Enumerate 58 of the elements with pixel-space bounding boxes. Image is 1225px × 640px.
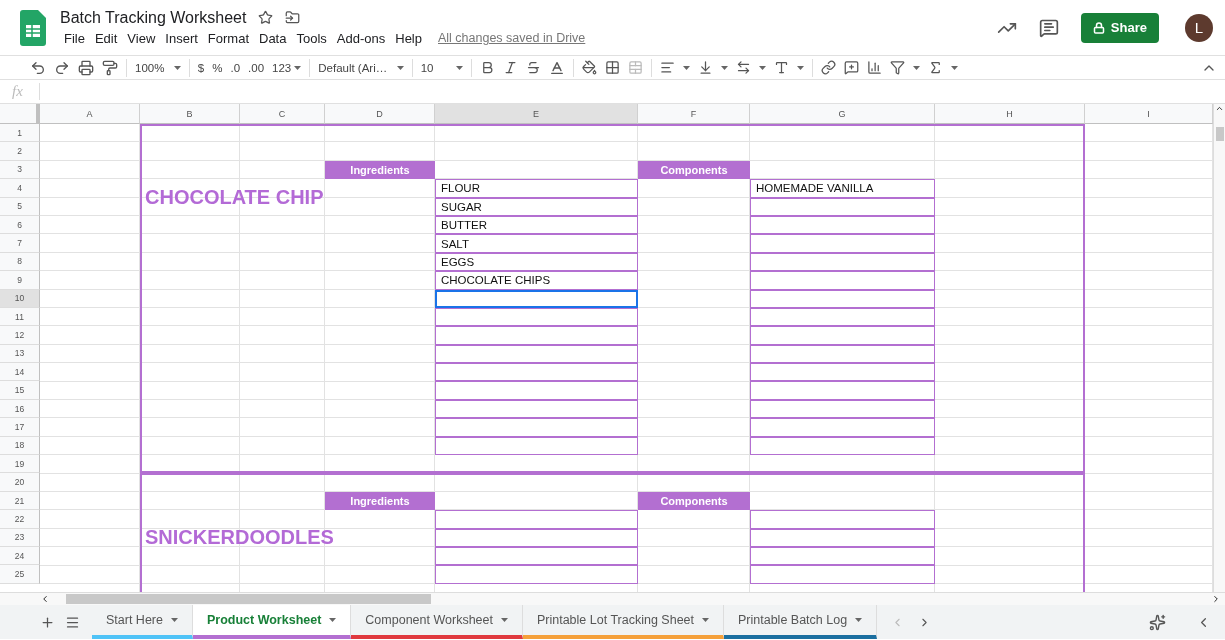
row-header[interactable]: 1 [0,124,40,143]
decrease-decimal-button[interactable]: .0 [230,61,241,74]
ingredients-header: Ingredients [325,491,435,511]
component-cell[interactable]: HOMEMADE VANILLA [750,179,935,198]
row-header[interactable]: 2 [0,142,40,161]
product-title: CHOCOLATE CHIP [144,185,325,211]
row-header[interactable]: 25 [0,565,40,584]
ingredient-cell[interactable]: CHOCOLATE CHIPS [435,271,638,290]
product-title: SNICKERDOODLES [144,525,335,551]
row-header[interactable]: 20 [0,473,40,492]
avatar[interactable]: L [1185,13,1213,42]
ingredient-cell[interactable]: SALT [435,234,638,253]
formula-label: fx [0,83,40,100]
components-header: Components [638,160,750,180]
sheet-tab[interactable]: Printable Lot Tracking Sheet [522,605,724,639]
menu-item[interactable]: Tools [292,29,331,47]
column-header[interactable]: G [750,104,935,124]
row-header[interactable]: 17 [0,418,40,437]
sheet-tab[interactable]: Component Worksheet [351,605,523,639]
column-header[interactable]: D [325,104,435,124]
currency-button[interactable]: $ [197,61,205,74]
menu-item[interactable]: Data [255,29,291,47]
menu-item[interactable]: Format [203,29,253,47]
share-button[interactable]: Share [1080,12,1159,43]
column-header[interactable]: E [435,104,638,124]
row-header[interactable]: 22 [0,510,40,529]
sheet-tab[interactable]: Printable Batch Log [724,605,878,639]
column-header[interactable]: C [240,104,325,124]
row-header[interactable]: 4 [0,179,40,198]
zoom-dropdown[interactable]: 100% [135,61,181,74]
ingredients-header: Ingredients [325,160,435,180]
menu-item[interactable]: Help [391,29,426,47]
number-format-dropdown[interactable]: 123 [272,61,302,74]
column-header[interactable]: B [140,104,240,124]
increase-decimal-button[interactable]: .00 [248,61,265,74]
column-header[interactable]: H [935,104,1085,124]
ingredient-cell[interactable]: FLOUR [435,179,638,198]
percent-button[interactable]: % [212,61,223,74]
menu-item[interactable]: Edit [90,29,122,47]
row-header[interactable]: 12 [0,326,40,345]
font-dropdown[interactable]: Default (Ari… [318,61,404,74]
menu-item[interactable]: View [123,29,160,47]
menu-item[interactable]: Insert [161,29,202,47]
column-header[interactable]: F [638,104,750,124]
row-header[interactable]: 19 [0,455,40,474]
column-header[interactable]: I [1085,104,1213,124]
menu-item[interactable]: Add-ons [332,29,390,47]
components-header: Components [638,491,750,511]
row-header[interactable]: 7 [0,234,40,253]
menu-item[interactable]: File [60,29,89,47]
font-size-dropdown[interactable]: 10 [420,61,463,74]
column-header[interactable]: A [40,104,140,124]
document-title[interactable]: Batch Tracking Worksheet [60,8,247,27]
row-header[interactable]: 15 [0,381,40,400]
row-header[interactable]: 14 [0,363,40,382]
sheet-tab[interactable]: Product Worksheet [192,605,352,639]
save-status-link[interactable]: All changes saved in Drive [438,31,586,45]
row-header[interactable]: 9 [0,271,40,290]
